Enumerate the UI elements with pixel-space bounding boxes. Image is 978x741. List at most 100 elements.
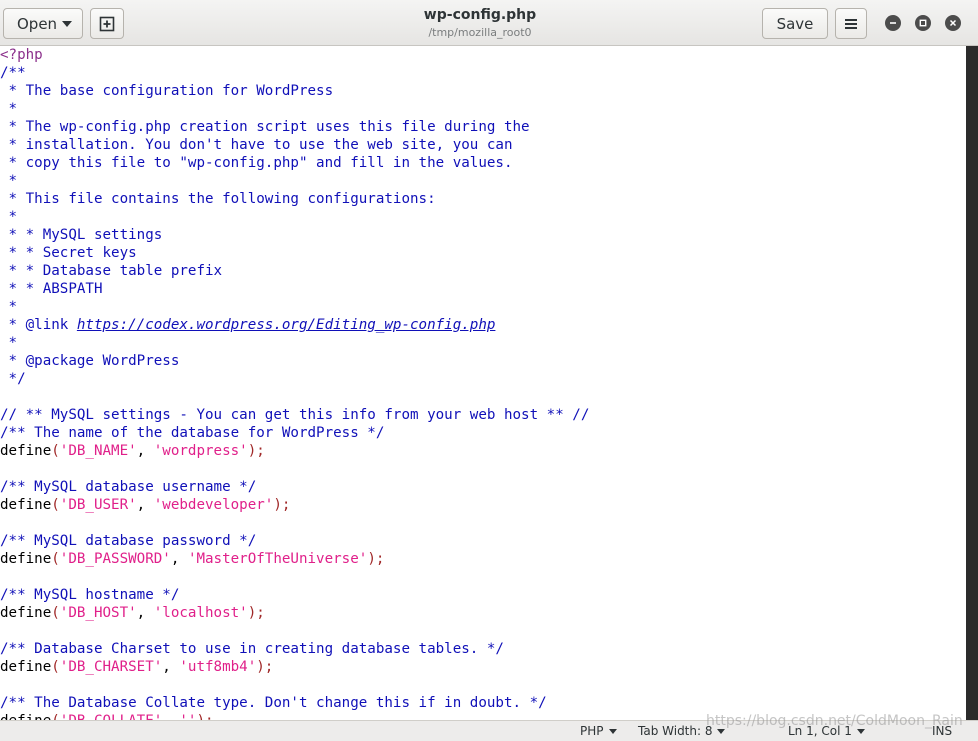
code-token: ( bbox=[51, 713, 60, 720]
window-title: wp-config.php bbox=[423, 7, 537, 23]
code-line: * installation. You don't have to use th… bbox=[0, 136, 966, 154]
code-line: * bbox=[0, 298, 966, 316]
code-token: * bbox=[0, 299, 18, 315]
header-bar: Open wp-config.php /tmp/mozilla_root0 Sa… bbox=[0, 0, 978, 46]
code-token: define bbox=[0, 497, 52, 513]
code-token: , bbox=[136, 605, 154, 621]
code-token: define bbox=[0, 659, 52, 675]
code-token: * bbox=[0, 209, 18, 225]
code-token: ); bbox=[273, 497, 291, 513]
window-edge bbox=[966, 46, 978, 720]
code-line: define('DB_HOST', 'localhost'); bbox=[0, 604, 966, 622]
code-line: * @link https://codex.wordpress.org/Edit… bbox=[0, 316, 966, 334]
close-button[interactable] bbox=[945, 15, 961, 31]
code-token[interactable]: https://codex.wordpress.org/Editing_wp-c… bbox=[77, 317, 496, 333]
code-line: * This file contains the following confi… bbox=[0, 190, 966, 208]
code-token: * This file contains the following confi… bbox=[0, 191, 436, 207]
code-token: ( bbox=[51, 443, 60, 459]
code-line: /** MySQL database password */ bbox=[0, 532, 966, 550]
code-token: // ** MySQL settings - You can get this … bbox=[0, 407, 590, 423]
code-line: * @package WordPress bbox=[0, 352, 966, 370]
code-text[interactable]: <?php /** * The base configuration for Wo… bbox=[0, 46, 966, 720]
code-token: /** MySQL hostname */ bbox=[0, 587, 180, 603]
code-token: , bbox=[170, 551, 188, 567]
code-token: /** MySQL database password */ bbox=[0, 533, 257, 549]
code-token: define bbox=[0, 605, 52, 621]
code-token: 'DB_NAME' bbox=[59, 443, 137, 459]
open-button[interactable]: Open bbox=[3, 8, 83, 39]
code-token: ); bbox=[247, 605, 265, 621]
code-line: /** MySQL hostname */ bbox=[0, 586, 966, 604]
code-token: * installation. You don't have to use th… bbox=[0, 137, 513, 153]
code-token: * * MySQL settings bbox=[0, 227, 163, 243]
code-token: * The base configuration for WordPress bbox=[0, 83, 334, 99]
code-token: ); bbox=[196, 713, 213, 720]
language-selector[interactable]: PHP bbox=[580, 724, 617, 739]
code-token: 'DB_CHARSET' bbox=[59, 659, 163, 675]
new-tab-button[interactable] bbox=[90, 8, 124, 39]
watermark: https://blog.csdn.net/ColdMoon_Rain bbox=[706, 713, 963, 729]
code-token: define bbox=[0, 551, 52, 567]
code-token: , bbox=[162, 659, 180, 675]
code-token: 'DB_PASSWORD' bbox=[59, 551, 171, 567]
code-token: define bbox=[0, 713, 51, 720]
code-line: * copy this file to "wp-config.php" and … bbox=[0, 154, 966, 172]
code-line: * * Database table prefix bbox=[0, 262, 966, 280]
menu-button[interactable] bbox=[835, 8, 867, 39]
code-line: * * MySQL settings bbox=[0, 226, 966, 244]
code-line: * bbox=[0, 334, 966, 352]
hamburger-menu-icon bbox=[845, 18, 857, 29]
code-token: 'webdeveloper' bbox=[153, 497, 274, 513]
code-line: // ** MySQL settings - You can get this … bbox=[0, 406, 966, 424]
code-token: ); bbox=[367, 551, 385, 567]
code-token: <?php bbox=[0, 47, 43, 63]
code-line: /** The Database Collate type. Don't cha… bbox=[0, 694, 966, 712]
code-line: * bbox=[0, 172, 966, 190]
code-line: * The wp-config.php creation script uses… bbox=[0, 118, 966, 136]
code-token: 'utf8mb4' bbox=[179, 659, 257, 675]
code-token: ( bbox=[51, 605, 60, 621]
window-subtitle: /tmp/mozilla_root0 bbox=[428, 26, 532, 39]
maximize-button[interactable] bbox=[915, 15, 931, 31]
minimize-button[interactable] bbox=[885, 15, 901, 31]
code-token: * * Secret keys bbox=[0, 245, 137, 261]
code-line: * * ABSPATH bbox=[0, 280, 966, 298]
code-token: ( bbox=[51, 497, 60, 513]
tab-width-label: Tab Width: 8 bbox=[638, 724, 713, 738]
code-line: /** Database Charset to use in creating … bbox=[0, 640, 966, 658]
code-token: 'DB_HOST' bbox=[59, 605, 137, 621]
code-line: define('DB_PASSWORD', 'MasterOfTheUniver… bbox=[0, 550, 966, 568]
code-line: define('DB_USER', 'webdeveloper'); bbox=[0, 496, 966, 514]
code-token: ( bbox=[51, 551, 60, 567]
code-line: * The base configuration for WordPress bbox=[0, 82, 966, 100]
code-token: * bbox=[0, 101, 18, 117]
code-token: '' bbox=[179, 713, 196, 720]
code-line: define('DB_NAME', 'wordpress'); bbox=[0, 442, 966, 460]
code-token: /** bbox=[0, 65, 26, 81]
code-token: * * ABSPATH bbox=[0, 281, 103, 297]
code-line: /** The name of the database for WordPre… bbox=[0, 424, 966, 442]
close-icon bbox=[949, 19, 957, 27]
save-button[interactable]: Save bbox=[762, 8, 828, 39]
chevron-down-icon bbox=[62, 21, 72, 27]
code-token: * copy this file to "wp-config.php" and … bbox=[0, 155, 513, 171]
chevron-down-icon bbox=[717, 729, 726, 734]
code-line: <?php bbox=[0, 46, 966, 64]
code-token: /** The name of the database for WordPre… bbox=[0, 425, 385, 441]
code-line: * * Secret keys bbox=[0, 244, 966, 262]
code-line: define('DB_CHARSET', 'utf8mb4'); bbox=[0, 658, 966, 676]
maximize-icon bbox=[919, 19, 927, 27]
code-token: ); bbox=[256, 659, 274, 675]
code-token: */ bbox=[0, 371, 26, 387]
code-token: , bbox=[136, 497, 154, 513]
code-token: * The wp-config.php creation script uses… bbox=[0, 119, 530, 135]
code-editor[interactable]: <?php /** * The base configuration for Wo… bbox=[0, 46, 966, 720]
code-token: , bbox=[136, 443, 154, 459]
code-token: * @package WordPress bbox=[0, 353, 180, 369]
